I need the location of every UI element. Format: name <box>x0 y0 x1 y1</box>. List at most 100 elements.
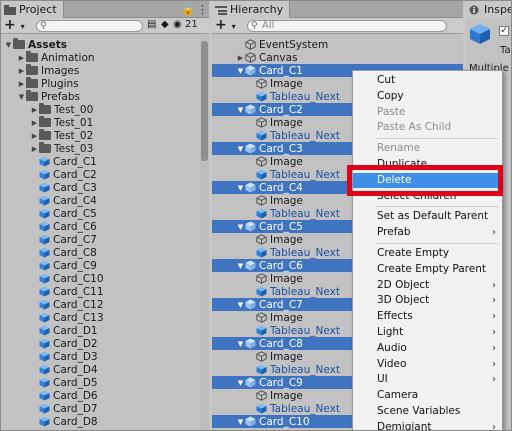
prefab-cube-icon <box>39 247 50 258</box>
menu-item-cut[interactable]: Cut <box>353 73 502 88</box>
row-label: EventSystem <box>259 38 329 51</box>
expand-arrow-down-icon[interactable]: ▼ <box>236 262 245 270</box>
expand-arrow-down-icon[interactable]: ▼ <box>236 184 245 192</box>
tab-hierarchy[interactable]: Hierarchy <box>212 1 291 18</box>
project-folder-row[interactable]: ▶ Animation <box>1 51 209 64</box>
kebab-menu-icon[interactable]: ⋮ <box>197 3 208 16</box>
project-asset-row[interactable]: Card_D6 <box>1 389 209 402</box>
project-folder-row[interactable]: ▶ Test_02 <box>1 129 209 142</box>
project-asset-row[interactable]: Card_C8 <box>1 246 209 259</box>
expand-arrow-down-icon[interactable]: ▼ <box>236 223 245 231</box>
row-label: Plugins <box>41 77 79 90</box>
active-checkbox[interactable]: ✓ <box>499 26 509 36</box>
project-folder-row[interactable]: ▼ Prefabs <box>1 90 209 103</box>
menu-item-ui[interactable]: UI › <box>353 372 502 387</box>
project-folder-row[interactable]: ▶ Images <box>1 64 209 77</box>
menu-item-create-empty[interactable]: Create Empty <box>353 246 502 261</box>
project-asset-row[interactable]: Card_C13 <box>1 311 209 324</box>
project-asset-row[interactable]: Card_C5 <box>1 207 209 220</box>
menu-item-copy[interactable]: Copy <box>353 89 502 104</box>
row-label: Test_03 <box>54 142 94 155</box>
project-asset-row[interactable]: Card_D5 <box>1 376 209 389</box>
menu-item-demigiant[interactable]: Demigiant › <box>353 420 502 430</box>
menu-item-2d-object[interactable]: 2D Object › <box>353 278 502 293</box>
hierarchy-object-row[interactable]: ▶ Canvas <box>212 51 463 64</box>
tab-project[interactable]: Project <box>1 1 64 18</box>
project-tabbar: Project 🔒 ⋮ <box>1 1 209 18</box>
menu-item-3d-object[interactable]: 3D Object › <box>353 293 502 308</box>
expand-arrow-right-icon[interactable]: ▶ <box>17 54 26 62</box>
row-label: Card_C3 <box>53 181 97 194</box>
project-scrollbar-thumb[interactable] <box>201 41 208 161</box>
folder-icon <box>39 142 51 153</box>
prefab-cube-icon <box>39 416 50 427</box>
project-asset-row[interactable]: Card_D7 <box>1 402 209 415</box>
menu-item-camera[interactable]: Camera <box>353 388 502 403</box>
search-by-label-icon[interactable]: ◆ <box>161 19 169 30</box>
hierarchy-toolbar: + ▾ ⚲ All <box>212 18 463 34</box>
menu-item-audio[interactable]: Audio › <box>353 341 502 356</box>
project-folder-row[interactable]: ▶ Test_01 <box>1 116 209 129</box>
tab-inspector[interactable]: Inspec <box>466 1 511 18</box>
project-search-input[interactable]: ⚲ <box>36 20 143 32</box>
project-asset-row[interactable]: Card_C6 <box>1 220 209 233</box>
menu-item-video[interactable]: Video › <box>353 357 502 372</box>
expand-arrow-down-icon[interactable]: ▼ <box>4 41 13 49</box>
expand-arrow-right-icon[interactable]: ▶ <box>236 54 245 62</box>
project-asset-row[interactable]: Card_D1 <box>1 324 209 337</box>
expand-arrow-right-icon[interactable]: ▶ <box>17 80 26 88</box>
hierarchy-search-input[interactable]: ⚲ All <box>247 20 447 32</box>
project-scrollbar[interactable] <box>200 35 209 430</box>
expand-arrow-down-icon[interactable]: ▼ <box>236 340 245 348</box>
expand-arrow-right-icon[interactable]: ▶ <box>17 67 26 75</box>
project-asset-row[interactable]: Card_C3 <box>1 181 209 194</box>
menu-item-set-as-default-parent[interactable]: Set as Default Parent <box>353 209 502 224</box>
project-asset-row[interactable]: Card_D2 <box>1 337 209 350</box>
expand-arrow-down-icon[interactable]: ▼ <box>236 145 245 153</box>
project-asset-row[interactable]: Card_D8 <box>1 415 209 428</box>
menu-item-paste-as-child: Paste As Child <box>353 120 502 135</box>
hidden-packages-icon[interactable]: ◉ <box>173 19 182 30</box>
prefab-cube-icon <box>245 143 256 154</box>
project-folder-row[interactable]: ▼ Assets <box>1 38 209 51</box>
project-asset-row[interactable]: Card_D3 <box>1 350 209 363</box>
menu-item-label: Camera <box>377 389 419 402</box>
project-folder-row[interactable]: ▶ Test_00 <box>1 103 209 116</box>
row-label: Card_C4 <box>53 194 97 207</box>
project-asset-row[interactable]: Card_C7 <box>1 233 209 246</box>
project-asset-row[interactable]: Card_C10 <box>1 272 209 285</box>
hierarchy-object-row[interactable]: EventSystem <box>212 38 463 51</box>
create-button[interactable]: + ▾ <box>4 18 25 34</box>
tab-project-label: Project <box>19 3 57 16</box>
expand-arrow-down-icon[interactable]: ▼ <box>236 67 245 75</box>
project-asset-row[interactable]: Card_C12 <box>1 298 209 311</box>
project-asset-row[interactable]: Card_C2 <box>1 168 209 181</box>
hierarchy-create-button[interactable]: + ▾ <box>215 18 236 34</box>
search-by-type-icon[interactable]: ▤ <box>147 19 156 30</box>
expand-arrow-right-icon[interactable]: ▶ <box>30 119 39 127</box>
project-asset-row[interactable]: Card_C11 <box>1 285 209 298</box>
expand-arrow-down-icon[interactable]: ▼ <box>236 301 245 309</box>
expand-arrow-right-icon[interactable]: ▶ <box>30 145 39 153</box>
menu-item-prefab[interactable]: Prefab › <box>353 225 502 240</box>
expand-arrow-down-icon[interactable]: ▼ <box>236 106 245 114</box>
row-label: Card_C4 <box>259 181 303 194</box>
menu-item-create-empty-parent[interactable]: Create Empty Parent <box>353 262 502 277</box>
menu-item-effects[interactable]: Effects › <box>353 309 502 324</box>
expand-arrow-down-icon[interactable]: ▼ <box>236 418 245 426</box>
project-asset-row[interactable]: Card_D4 <box>1 363 209 376</box>
project-folder-row[interactable]: ▶ Test_03 <box>1 142 209 155</box>
lock-icon[interactable]: 🔒 <box>181 3 195 16</box>
menu-item-scene-variables[interactable]: Scene Variables <box>353 404 502 419</box>
expand-arrow-down-icon[interactable]: ▼ <box>17 93 26 101</box>
expand-arrow-right-icon[interactable]: ▶ <box>30 132 39 140</box>
project-asset-row[interactable]: Card_C4 <box>1 194 209 207</box>
project-asset-row[interactable]: Card_C9 <box>1 259 209 272</box>
project-folder-row[interactable]: ▶ Plugins <box>1 77 209 90</box>
project-asset-row[interactable]: Card_C1 <box>1 155 209 168</box>
expand-arrow-right-icon[interactable]: ▶ <box>30 106 39 114</box>
row-label: Prefabs <box>41 90 80 103</box>
menu-item-light[interactable]: Light › <box>353 325 502 340</box>
expand-arrow-down-icon[interactable]: ▼ <box>236 379 245 387</box>
gameobject-cube-icon <box>256 351 267 362</box>
